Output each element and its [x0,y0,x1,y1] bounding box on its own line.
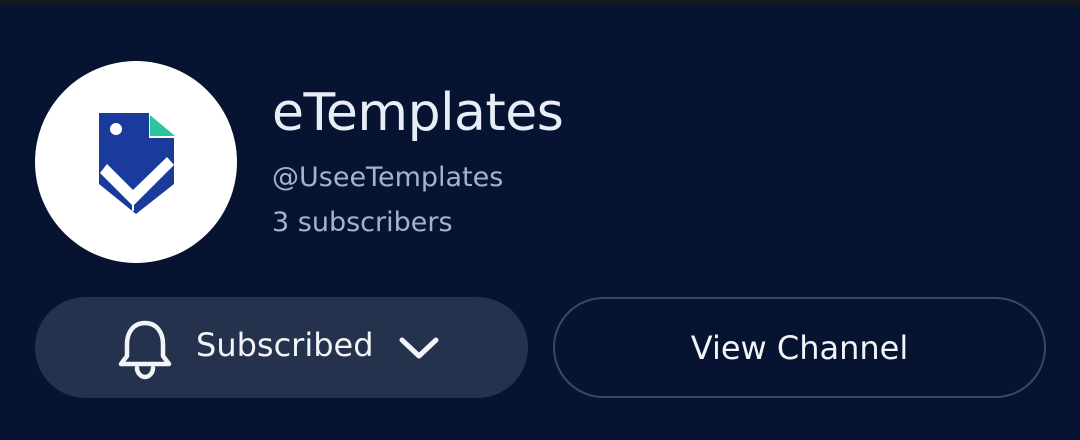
chevron-down-icon[interactable] [398,334,440,362]
view-channel-button[interactable]: View Channel [553,297,1046,398]
subscriber-count: 3 subscribers [272,207,453,238]
subscribed-label: Subscribed [196,326,374,364]
channel-handle: @UseeTemplates [272,162,504,193]
channel-name: eTemplates [272,83,564,143]
view-channel-label: View Channel [690,328,909,367]
channel-avatar[interactable] [35,61,237,263]
status-strip [0,0,1080,5]
bell-icon [118,320,172,380]
etemplates-logo-icon [99,113,175,214]
